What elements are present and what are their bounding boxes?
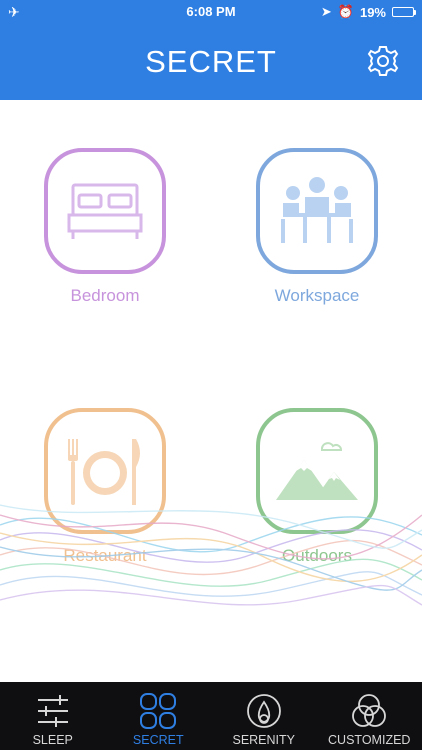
bedroom-tile-frame (44, 148, 166, 274)
tab-label: SLEEP (32, 733, 73, 747)
header: ✈ 6:08 PM ➤ ⏰ 19% SECRET (0, 0, 422, 100)
tab-bar: SLEEP SECRET SERENITY CUSTOMIZED (0, 682, 422, 750)
sliders-icon (37, 695, 68, 727)
venn-icon (352, 694, 387, 727)
tile-bedroom[interactable]: Bedroom (25, 148, 185, 306)
app: ✈ 6:08 PM ➤ ⏰ 19% SECRET Bedroom Workspa… (0, 0, 422, 750)
tile-label: Restaurant (63, 546, 147, 565)
status-right: ➤ ⏰ 19% (320, 4, 416, 20)
gear-icon[interactable] (366, 44, 400, 78)
restaurant-tile-frame (44, 408, 166, 534)
tile-outdoors[interactable]: Outdoors (237, 408, 397, 566)
tab-serenity[interactable]: SERENITY (211, 682, 317, 750)
tab-label: SERENITY (232, 733, 295, 747)
tab-customized[interactable]: CUSTOMIZED (317, 682, 422, 750)
tile-label: Outdoors (282, 546, 352, 565)
meeting-table-icon (281, 177, 353, 243)
tab-label: CUSTOMIZED (328, 733, 411, 747)
bed-icon (67, 183, 143, 239)
alarm-icon: ⏰ (337, 4, 354, 19)
tab-secret[interactable]: SECRET (106, 682, 212, 750)
outdoors-tile-frame (256, 408, 378, 534)
workspace-tile-frame (256, 148, 378, 274)
battery-icon (392, 7, 416, 17)
page-title: SECRET (145, 44, 277, 79)
tile-label: Bedroom (70, 286, 140, 305)
tile-restaurant[interactable]: Restaurant (25, 408, 185, 566)
tab-label: SECRET (132, 733, 184, 747)
battery-percent: 19% (359, 4, 386, 20)
tab-sleep[interactable]: SLEEP (0, 682, 106, 750)
location-icon: ➤ (320, 4, 332, 19)
plate-cutlery-icon (68, 439, 140, 505)
tile-workspace[interactable]: Workspace (237, 148, 397, 306)
status-bar: ✈ 6:08 PM ➤ ⏰ 19% (0, 0, 422, 24)
circle-drop-icon (246, 694, 281, 728)
grid-icon (140, 693, 177, 729)
mountains-icon (276, 442, 358, 500)
tile-label: Workspace (274, 286, 360, 305)
